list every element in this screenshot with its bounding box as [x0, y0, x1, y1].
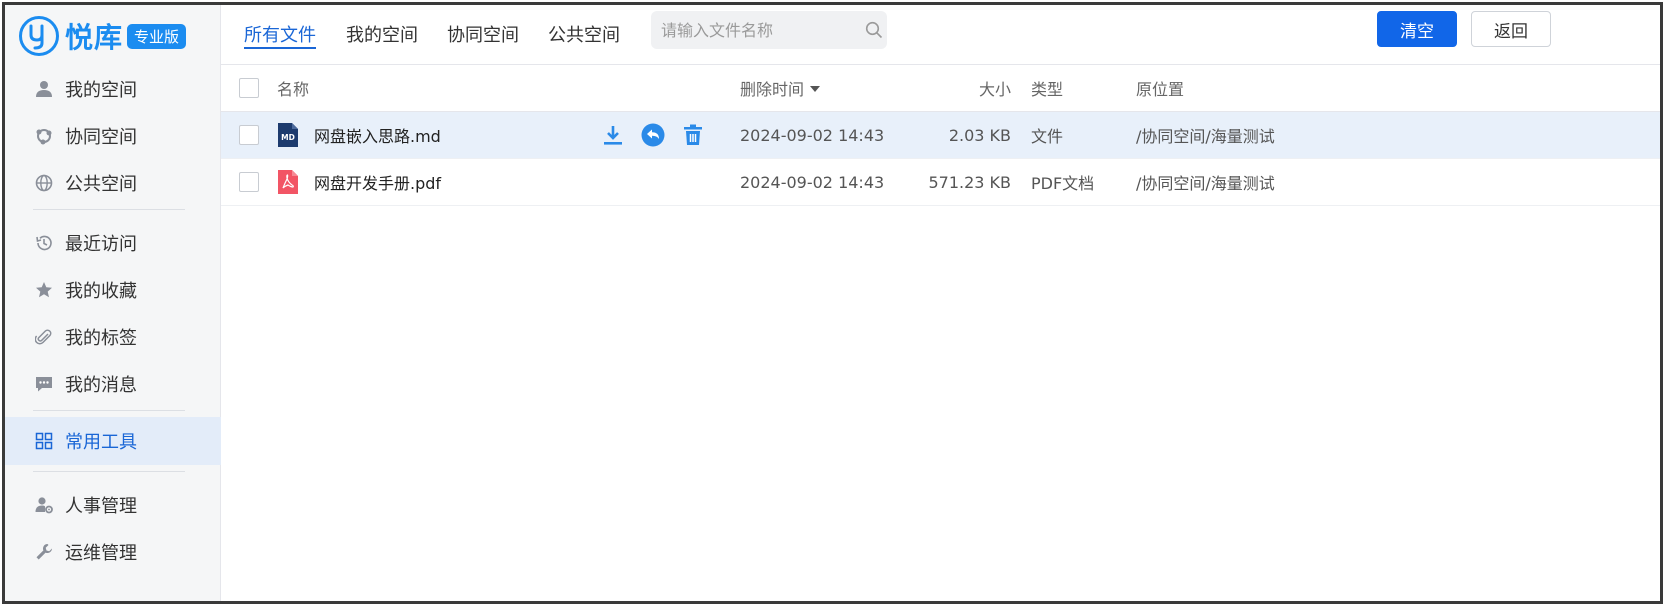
brand-logo[interactable]: 悦库 专业版	[19, 15, 187, 57]
markdown-file-icon: MD	[277, 112, 299, 158]
sidebar-item-ops[interactable]: 运维管理	[5, 528, 221, 576]
row-checkbox[interactable]	[239, 125, 259, 145]
edition-badge: 专业版	[127, 23, 187, 49]
table-row[interactable]: 网盘开发手册.pdf 2024-09-02 14:43 571.23 KB PD…	[221, 159, 1660, 206]
column-header-name[interactable]: 名称	[277, 65, 309, 111]
file-table: 名称 删除时间 大小 类型 原位置 MD 网盘嵌入思路.md 2024-09-0…	[221, 65, 1660, 206]
sidebar-divider	[33, 209, 185, 210]
sidebar-item-messages[interactable]: 我的消息	[5, 360, 221, 408]
star-icon	[33, 279, 55, 301]
sort-down-icon	[810, 86, 821, 92]
clear-button[interactable]: 清空	[1377, 11, 1457, 47]
user-icon	[33, 78, 55, 100]
sidebar-item-label: 我的空间	[65, 80, 137, 101]
top-bar: 所有文件 我的空间 协同空间 公共空间 清空 返回	[221, 5, 1660, 65]
sidebar-item-hr[interactable]: 人事管理	[5, 481, 221, 529]
app-window: 悦库 专业版 我的空间 协同空间 公共空间 最近访问 我的收藏 我的标签 我的消…	[2, 2, 1663, 604]
share-nodes-icon	[33, 125, 55, 147]
file-type: PDF文档	[1031, 174, 1095, 193]
download-icon[interactable]	[601, 123, 625, 147]
delete-icon[interactable]	[681, 123, 705, 147]
search-icon[interactable]	[861, 21, 887, 39]
file-size: 2.03 KB	[948, 125, 1011, 145]
select-all-checkbox[interactable]	[239, 78, 259, 98]
sidebar-item-label: 最近访问	[65, 234, 137, 255]
original-location: /协同空间/海量测试	[1136, 127, 1275, 146]
column-header-label: 删除时间	[740, 80, 805, 99]
sidebar-item-tags[interactable]: 我的标签	[5, 313, 221, 361]
sidebar-item-public-space[interactable]: 公共空间	[5, 159, 221, 207]
column-header-location[interactable]: 原位置	[1136, 65, 1184, 111]
message-icon	[33, 373, 55, 395]
sidebar-item-label: 我的收藏	[65, 281, 137, 302]
table-header: 名称 删除时间 大小 类型 原位置	[221, 65, 1660, 112]
sidebar-item-label: 常用工具	[65, 432, 137, 453]
sidebar-item-label: 协同空间	[65, 127, 137, 148]
sidebar-item-label: 我的标签	[65, 328, 137, 349]
tab-public-space[interactable]: 公共空间	[548, 5, 620, 63]
sidebar-divider	[33, 410, 185, 411]
row-actions	[601, 112, 705, 158]
tab-collab-space[interactable]: 协同空间	[447, 5, 519, 63]
sidebar-divider	[33, 471, 185, 472]
sidebar-item-label: 我的消息	[65, 375, 137, 396]
sidebar-item-tools[interactable]: 常用工具	[5, 417, 221, 465]
column-header-type[interactable]: 类型	[1031, 65, 1063, 111]
sidebar-item-my-space[interactable]: 我的空间	[5, 65, 221, 113]
file-type-label: MD	[281, 133, 295, 142]
history-icon	[33, 232, 55, 254]
wrench-icon	[33, 541, 55, 563]
restore-icon[interactable]	[641, 123, 665, 147]
sidebar-item-recent[interactable]: 最近访问	[5, 219, 221, 267]
brand-name: 悦库	[65, 21, 124, 54]
tab-all-files[interactable]: 所有文件	[244, 5, 316, 63]
sidebar: 悦库 专业版 我的空间 协同空间 公共空间 最近访问 我的收藏 我的标签 我的消…	[5, 5, 221, 601]
grid-icon	[33, 430, 55, 452]
back-button[interactable]: 返回	[1471, 11, 1551, 47]
globe-icon	[33, 172, 55, 194]
tab-my-space[interactable]: 我的空间	[346, 5, 418, 63]
paperclip-icon	[33, 326, 55, 348]
file-size: 571.23 KB	[928, 172, 1011, 192]
sidebar-item-favorites[interactable]: 我的收藏	[5, 266, 221, 314]
search-input[interactable]	[651, 20, 861, 40]
column-header-deleted-time[interactable]: 删除时间	[740, 65, 821, 111]
column-header-size[interactable]: 大小	[911, 65, 1011, 111]
file-name[interactable]: 网盘嵌入思路.md	[314, 112, 441, 158]
sidebar-item-label: 人事管理	[65, 496, 137, 517]
pdf-file-icon	[277, 159, 299, 205]
original-location: /协同空间/海量测试	[1136, 174, 1275, 193]
row-checkbox[interactable]	[239, 172, 259, 192]
user-gear-icon	[33, 494, 55, 516]
sidebar-item-label: 公共空间	[65, 174, 137, 195]
file-type: 文件	[1031, 127, 1064, 146]
table-row[interactable]: MD 网盘嵌入思路.md 2024-09-02 14:43 2.03 KB 文件…	[221, 112, 1660, 159]
deleted-time: 2024-09-02 14:43	[740, 172, 885, 192]
file-name[interactable]: 网盘开发手册.pdf	[314, 159, 441, 205]
sidebar-item-label: 运维管理	[65, 543, 137, 564]
deleted-time: 2024-09-02 14:43	[740, 125, 885, 145]
sidebar-item-collab-space[interactable]: 协同空间	[5, 112, 221, 160]
search-box	[651, 11, 887, 49]
logo-mark-icon	[19, 16, 59, 56]
